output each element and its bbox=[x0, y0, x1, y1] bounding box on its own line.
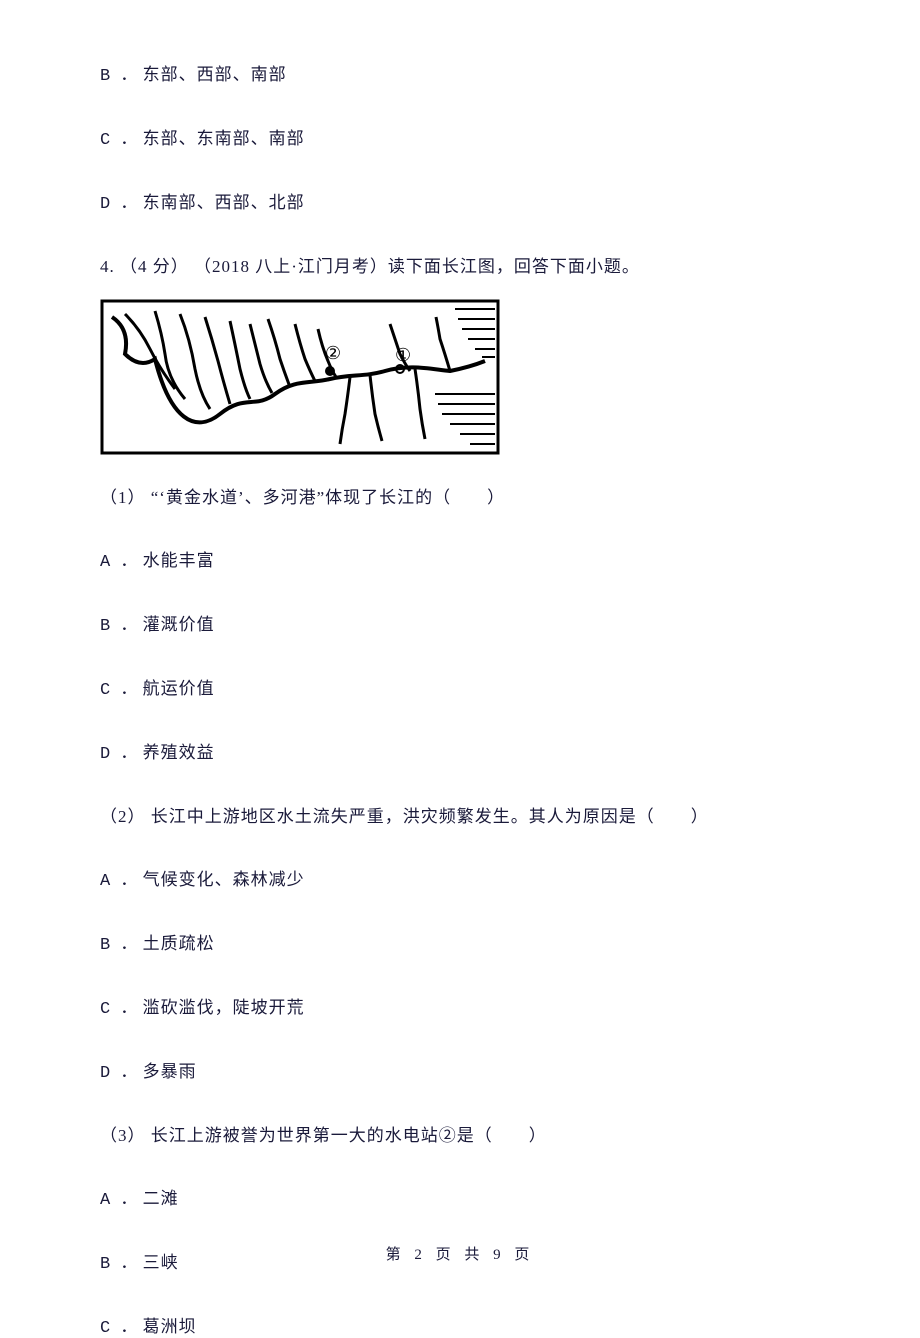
q4-sub1-b: B ． 灌溉价值 bbox=[100, 610, 840, 636]
q4-sub1-d: D ． 养殖效益 bbox=[100, 738, 840, 764]
q4-sub2-stem: （2） 长江中上游地区水土流失严重，洪灾频繁发生。其人为原因是（ ） bbox=[100, 802, 840, 827]
q4-sub2-a: A ． 气候变化、森林减少 bbox=[100, 865, 840, 891]
q4-sub3-a: A ． 二滩 bbox=[100, 1184, 840, 1210]
yangtze-river-map: ② ① bbox=[100, 299, 500, 455]
q4-sub2-c: C ． 滥砍滥伐，陡坡开荒 bbox=[100, 993, 840, 1019]
option-prefix-c4: C ． bbox=[100, 1319, 137, 1338]
q4-sub1-d-text: 养殖效益 bbox=[143, 743, 215, 762]
q4-sub1-stem: （1） “‘黄金水道’、多河港”体现了长江的（ ） bbox=[100, 483, 840, 508]
q4-sub1-a-text: 水能丰富 bbox=[143, 551, 215, 570]
prev-option-c-text: 东部、东南部、南部 bbox=[143, 129, 305, 148]
marker-1-label: ① bbox=[395, 345, 411, 365]
prev-option-c: C ． 东部、东南部、南部 bbox=[100, 124, 840, 150]
option-prefix-a: A ． bbox=[100, 553, 137, 572]
q4-sub3-c-text: 葛洲坝 bbox=[143, 1317, 197, 1336]
q4-sub1-b-text: 灌溉价值 bbox=[143, 615, 215, 634]
option-prefix-b2: B ． bbox=[100, 617, 137, 636]
q4-sub2-b: B ． 土质疏松 bbox=[100, 929, 840, 955]
prev-option-b-text: 东部、西部、南部 bbox=[143, 65, 287, 84]
prev-option-b: B ． 东部、西部、南部 bbox=[100, 60, 840, 86]
marker-2-dot bbox=[325, 366, 335, 376]
q4-sub1-a: A ． 水能丰富 bbox=[100, 546, 840, 572]
prev-option-d-text: 东南部、西部、北部 bbox=[143, 193, 305, 212]
option-prefix-d: D ． bbox=[100, 195, 137, 214]
q4-sub2-d-text: 多暴雨 bbox=[143, 1062, 197, 1081]
q4-sub3-a-text: 二滩 bbox=[143, 1189, 179, 1208]
yangtze-map-figure: ② ① bbox=[100, 299, 840, 455]
prev-option-d: D ． 东南部、西部、北部 bbox=[100, 188, 840, 214]
option-prefix-a4: A ． bbox=[100, 1191, 137, 1210]
option-prefix-a3: A ． bbox=[100, 872, 137, 891]
page-footer: 第 2 页 共 9 页 bbox=[0, 1243, 920, 1264]
option-prefix-c2: C ． bbox=[100, 681, 137, 700]
option-prefix-b: B ． bbox=[100, 67, 137, 86]
option-prefix-b3: B ． bbox=[100, 936, 137, 955]
option-prefix-d2: D ． bbox=[100, 745, 137, 764]
option-prefix-d3: D ． bbox=[100, 1064, 137, 1083]
option-prefix-c3: C ． bbox=[100, 1000, 137, 1019]
option-prefix-c: C ． bbox=[100, 131, 137, 150]
q4-sub1-c: C ． 航运价值 bbox=[100, 674, 840, 700]
q4-stem: 4. （4 分） （2018 八上·江门月考）读下面长江图，回答下面小题。 bbox=[100, 252, 840, 277]
q4-sub2-d: D ． 多暴雨 bbox=[100, 1057, 840, 1083]
q4-sub3-c: C ． 葛洲坝 bbox=[100, 1312, 840, 1338]
q4-sub3-stem: （3） 长江上游被誉为世界第一大的水电站②是（ ） bbox=[100, 1121, 840, 1146]
q4-sub2-b-text: 土质疏松 bbox=[143, 934, 215, 953]
marker-2-label: ② bbox=[325, 343, 341, 363]
q4-sub2-c-text: 滥砍滥伐，陡坡开荒 bbox=[143, 998, 305, 1017]
q4-sub2-a-text: 气候变化、森林减少 bbox=[143, 870, 305, 889]
q4-sub1-c-text: 航运价值 bbox=[143, 679, 215, 698]
